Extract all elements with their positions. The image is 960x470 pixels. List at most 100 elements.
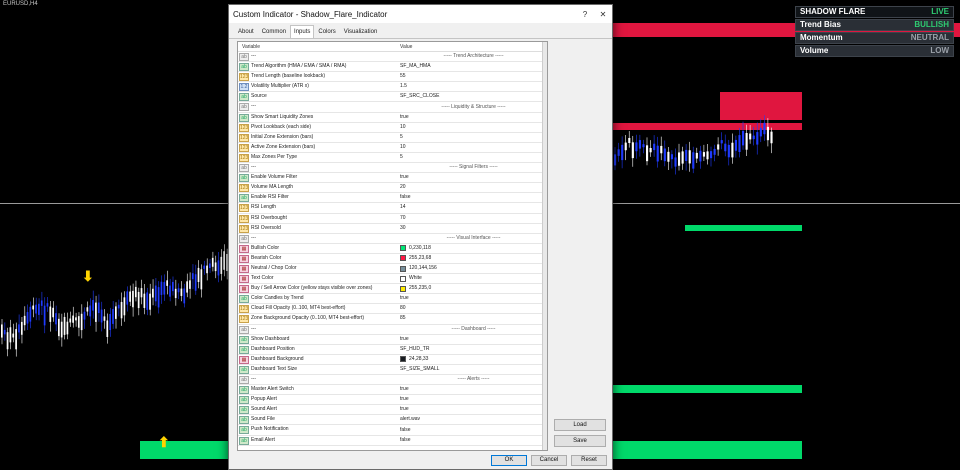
help-button[interactable]: ? <box>576 10 594 19</box>
param-value[interactable]: true <box>396 385 547 394</box>
param-value[interactable]: true <box>396 113 547 122</box>
input-row[interactable]: 123 Active Zone Extension (bars) 10 <box>238 143 547 153</box>
input-row[interactable]: 1.2 Volatility Multiplier (ATR x) 1.5 <box>238 82 547 93</box>
param-value[interactable]: true <box>396 294 547 303</box>
param-value[interactable]: 5 <box>396 133 547 142</box>
input-row[interactable]: ▦ Bullish Color 0,230,118 <box>238 244 547 254</box>
param-value[interactable]: ----- Trend Architecture ----- <box>396 52 547 61</box>
param-value[interactable]: ----- Signal Filters ----- <box>396 163 547 172</box>
param-value[interactable]: 30 <box>396 224 547 233</box>
param-value[interactable]: 55 <box>396 72 547 81</box>
input-row[interactable]: 123 Max Zones Per Type 5 <box>238 153 547 164</box>
param-value[interactable]: false <box>396 193 547 202</box>
tab-inputs[interactable]: Inputs <box>290 25 315 38</box>
input-row[interactable]: ab Popup Alert true <box>238 395 547 406</box>
param-value[interactable]: 24,28,33 <box>396 355 547 364</box>
input-row[interactable]: ab Trend Algorithm (HMA / EMA / SMA / RMA… <box>238 62 547 73</box>
param-value[interactable]: ----- Dashboard ----- <box>396 325 547 334</box>
save-button[interactable]: Save <box>554 435 606 447</box>
input-row[interactable]: ab Push Notification false <box>238 425 547 436</box>
param-value[interactable]: SF_HUD_TR <box>396 345 547 354</box>
input-row[interactable]: 123 RSI Overbought 70 <box>238 214 547 224</box>
input-row[interactable]: ▦ Bearish Color 255,23,68 <box>238 254 547 264</box>
input-row[interactable]: ab --- ----- Trend Architecture ----- <box>238 52 547 63</box>
input-row[interactable]: 123 Initial Zone Extension (bars) 5 <box>238 133 547 143</box>
input-row[interactable]: ab --- ----- Signal Filters ----- <box>238 163 547 174</box>
param-value[interactable]: false <box>396 436 547 445</box>
input-row[interactable]: 123 Zone Background Opacity (0..100, MT4 … <box>238 314 547 325</box>
candle-body <box>160 281 163 295</box>
input-row[interactable]: ab Dashboard Text Size SF_SIZE_SMALL <box>238 365 547 375</box>
input-row[interactable]: ab Sound File alert.wav <box>238 415 547 426</box>
dialog-titlebar[interactable]: Custom Indicator - Shadow_Flare_Indicato… <box>229 5 612 23</box>
input-row[interactable]: ab Master Alert Switch true <box>238 385 547 396</box>
param-value[interactable]: 120,144,156 <box>396 264 547 273</box>
param-value[interactable]: 255,23,68 <box>396 254 547 263</box>
input-row[interactable]: ▦ Buy / Sell Arrow Color (yellow stays vi… <box>238 284 547 295</box>
param-value[interactable]: true <box>396 335 547 344</box>
input-row[interactable]: ab Email Alert false <box>238 436 547 446</box>
param-value[interactable]: true <box>396 405 547 414</box>
input-row[interactable]: ab --- ----- Liquidity & Structure ----- <box>238 102 547 113</box>
param-value[interactable]: 1.5 <box>396 82 547 91</box>
tab-about[interactable]: About <box>234 25 258 38</box>
param-value[interactable]: ----- Visual Interface ----- <box>396 234 547 243</box>
param-value[interactable]: SF_MA_HMA <box>396 62 547 71</box>
tab-visualization[interactable]: Visualization <box>340 25 382 38</box>
close-button[interactable]: ✕ <box>594 10 612 19</box>
input-row[interactable]: ab Color Candles by Trend true <box>238 294 547 305</box>
input-row[interactable]: ab --- ----- Dashboard ----- <box>238 325 547 335</box>
grid-header: Variable Value <box>238 42 547 52</box>
grid-scrollbar[interactable] <box>542 42 547 450</box>
input-row[interactable]: ▦ Dashboard Background 24,28,33 <box>238 355 547 365</box>
param-value[interactable]: 10 <box>396 123 547 132</box>
candle-body <box>134 286 137 298</box>
input-row[interactable]: ▦ Neutral / Chop Color 120,144,156 <box>238 264 547 275</box>
param-value[interactable]: 255,235,0 <box>396 284 547 293</box>
input-row[interactable]: 123 Pivot Lookback (each side) 10 <box>238 123 547 133</box>
input-row[interactable]: ab Enable Volume Filter true <box>238 173 547 184</box>
input-row[interactable]: 123 RSI Length 14 <box>238 203 547 214</box>
chart-window[interactable]: EURUSD,H4 ⬇ ⬆ SHADOW FLARE LIVE Trend Bias… <box>0 0 960 470</box>
param-value[interactable]: 70 <box>396 214 547 223</box>
input-row[interactable]: ab Enable RSI Filter false <box>238 193 547 204</box>
param-value[interactable]: 10 <box>396 143 547 152</box>
load-button[interactable]: Load <box>554 419 606 431</box>
param-value[interactable]: SF_SRC_CLOSE <box>396 92 547 101</box>
input-row[interactable]: ▦ Text Color White <box>238 274 547 285</box>
param-value[interactable]: 0,230,118 <box>396 244 547 253</box>
param-value[interactable]: 20 <box>396 183 547 192</box>
input-row[interactable]: 123 Cloud Fill Opacity (0..100, MT4 best-… <box>238 304 547 315</box>
param-value[interactable]: ----- Alerts ----- <box>396 375 547 384</box>
cancel-button[interactable]: Cancel <box>531 455 567 466</box>
param-value[interactable]: SF_SIZE_SMALL <box>396 365 547 374</box>
input-row[interactable]: 123 RSI Oversold 30 <box>238 224 547 234</box>
param-value-text: White <box>409 275 422 282</box>
input-row[interactable]: 123 Trend Length (baseline lookback) 55 <box>238 72 547 83</box>
input-row[interactable]: ab Show Smart Liquidity Zones true <box>238 113 547 123</box>
param-name: Max Zones Per Type <box>251 153 298 160</box>
tab-common[interactable]: Common <box>258 25 290 38</box>
tab-colors[interactable]: Colors <box>314 25 339 38</box>
reset-button[interactable]: Reset <box>571 455 607 466</box>
input-row[interactable]: ab Dashboard Position SF_HUD_TR <box>238 345 547 355</box>
param-value[interactable]: 85 <box>396 314 547 323</box>
inputs-grid[interactable]: Variable Value ab --- ----- Trend Architec… <box>237 41 548 451</box>
param-value[interactable]: false <box>396 425 547 434</box>
param-value[interactable]: true <box>396 395 547 404</box>
param-value[interactable]: ----- Liquidity & Structure ----- <box>396 102 547 111</box>
param-value[interactable]: White <box>396 274 547 283</box>
input-row[interactable]: 123 Volume MA Length 20 <box>238 183 547 194</box>
input-row[interactable]: ab --- ----- Visual Interface ----- <box>238 234 547 244</box>
param-value[interactable]: 14 <box>396 203 547 212</box>
param-value[interactable]: 5 <box>396 153 547 162</box>
param-value[interactable]: 80 <box>396 304 547 313</box>
param-value[interactable]: true <box>396 173 547 182</box>
param-value[interactable]: alert.wav <box>396 415 547 424</box>
ok-button[interactable]: OK <box>491 455 527 466</box>
input-row[interactable]: ab --- ----- Alerts ----- <box>238 375 547 386</box>
input-row[interactable]: ab Sound Alert true <box>238 405 547 416</box>
candle-body <box>32 305 35 310</box>
input-row[interactable]: ab Show Dashboard true <box>238 335 547 345</box>
input-row[interactable]: ab Source SF_SRC_CLOSE <box>238 92 547 103</box>
